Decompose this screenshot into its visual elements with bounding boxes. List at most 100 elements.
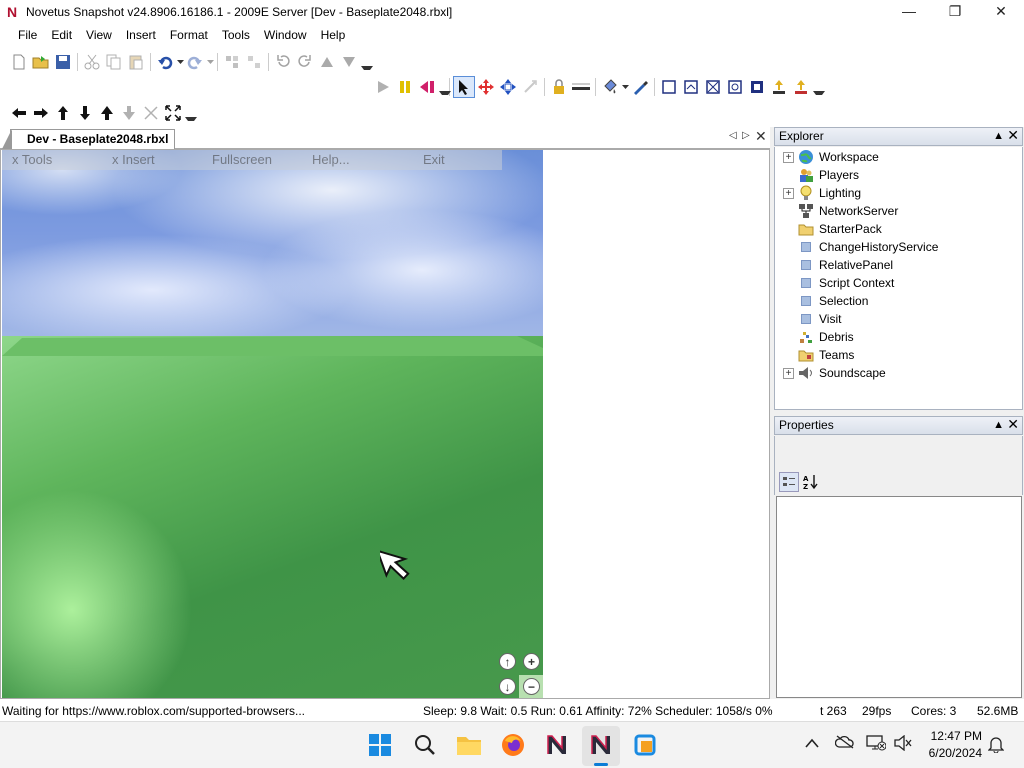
tree-item-visit[interactable]: Visit (783, 310, 841, 328)
tree-item-selection[interactable]: Selection (783, 292, 868, 310)
lift-up-icon[interactable] (96, 102, 118, 124)
categorized-icon[interactable] (779, 471, 799, 492)
file-explorer-icon[interactable] (454, 730, 484, 760)
save-icon[interactable] (52, 51, 74, 73)
redo-dropdown-icon[interactable] (206, 51, 214, 73)
tree-item-players[interactable]: Players (783, 166, 859, 184)
move-up-icon[interactable] (316, 51, 338, 73)
novetus-studio-icon[interactable] (586, 730, 616, 760)
paint-dropdown-icon[interactable] (621, 76, 629, 98)
insert-part-up-icon[interactable] (768, 76, 790, 98)
tree-item-changehistoryservice[interactable]: ChangeHistoryService (783, 238, 938, 256)
copy-icon[interactable] (103, 51, 125, 73)
toolbar-grip[interactable] (184, 103, 197, 123)
windows-start-icon[interactable] (365, 730, 395, 760)
menu-file[interactable]: File (11, 24, 44, 46)
surface-weld-icon[interactable] (702, 76, 724, 98)
surface-inlet-icon[interactable] (746, 76, 768, 98)
rotate-right-icon[interactable] (294, 51, 316, 73)
menu-insert[interactable]: Insert (119, 24, 163, 46)
camera-tilt-up-icon[interactable]: ↑ (499, 653, 516, 670)
lock-icon[interactable] (548, 76, 570, 98)
resize-tool-icon[interactable] (497, 76, 519, 98)
play-icon[interactable] (372, 76, 394, 98)
insert-part-down-icon[interactable] (790, 76, 812, 98)
surface-studs-icon[interactable] (724, 76, 746, 98)
reset-icon[interactable] (416, 76, 438, 98)
cut-icon[interactable] (81, 51, 103, 73)
overlay-insert-button[interactable]: x Insert (112, 152, 155, 167)
tab-baseplate-document[interactable]: Dev - Baseplate2048.rbxl (1, 129, 176, 149)
maximize-button[interactable]: ❐ (932, 0, 978, 24)
pin-icon[interactable]: ▲ (993, 417, 1004, 434)
close-tab-icon[interactable]: ✕ (755, 128, 767, 145)
network-disconnected-icon[interactable] (866, 735, 887, 754)
overlay-help-button[interactable]: Help... (312, 152, 350, 167)
volume-muted-icon[interactable] (894, 734, 912, 754)
clock-date[interactable]: 6/20/2024 (920, 746, 982, 760)
lower-down-icon[interactable] (118, 102, 140, 124)
virtualbox-icon[interactable] (630, 730, 660, 760)
open-folder-icon[interactable] (30, 51, 52, 73)
menu-format[interactable]: Format (163, 24, 215, 46)
camera-tilt-down-icon[interactable]: ↓ (499, 678, 516, 695)
close-properties-icon[interactable]: ✕ (1007, 416, 1019, 433)
move-down-icon[interactable] (338, 51, 360, 73)
menu-help[interactable]: Help (314, 24, 353, 46)
tree-item-debris[interactable]: Debris (783, 328, 854, 346)
ungroup-icon[interactable] (243, 51, 265, 73)
tree-item-networkserver[interactable]: NetworkServer (783, 202, 898, 220)
rotate-tool-icon[interactable] (519, 76, 541, 98)
tree-item-relativepanel[interactable]: RelativePanel (783, 256, 893, 274)
camera-zoom-out-icon[interactable]: − (523, 678, 540, 695)
tab-scroll-right-icon[interactable]: ▷ (742, 130, 750, 141)
tab-scroll-left-icon[interactable]: ◁ (729, 130, 737, 141)
anchor-bar-icon[interactable] (570, 76, 592, 98)
tree-item-soundscape[interactable]: + Soundscape (783, 364, 886, 382)
clock-time[interactable]: 12:47 PM (928, 729, 982, 743)
overlay-fullscreen-button[interactable]: Fullscreen (212, 152, 272, 167)
firefox-icon[interactable] (498, 730, 528, 760)
rotate-left-icon[interactable] (272, 51, 294, 73)
spin-icon[interactable] (140, 102, 162, 124)
overlay-exit-button[interactable]: Exit (423, 152, 445, 167)
menu-view[interactable]: View (79, 24, 119, 46)
toolbar-grip[interactable] (812, 77, 825, 97)
redo-icon[interactable] (184, 51, 206, 73)
arrow-up-icon[interactable] (52, 102, 74, 124)
paint-bucket-icon[interactable] (599, 76, 621, 98)
move-tool-icon[interactable] (475, 76, 497, 98)
pause-icon[interactable] (394, 76, 416, 98)
pin-icon[interactable]: ▲ (993, 128, 1004, 145)
toolbar-grip[interactable] (438, 77, 451, 97)
undo-icon[interactable] (154, 51, 176, 73)
arrow-down-icon[interactable] (74, 102, 96, 124)
3d-viewport[interactable]: x Tools x Insert Fullscreen Help... Exit… (2, 150, 543, 698)
undo-dropdown-icon[interactable] (176, 51, 184, 73)
new-file-icon[interactable] (8, 51, 30, 73)
tree-item-script-context[interactable]: Script Context (783, 274, 894, 292)
close-window-button[interactable]: ✕ (978, 0, 1024, 24)
menu-edit[interactable]: Edit (44, 24, 79, 46)
arrow-right-icon[interactable] (30, 102, 52, 124)
tree-item-workspace[interactable]: + Workspace (783, 148, 879, 166)
notifications-bell-icon[interactable] (987, 735, 1005, 756)
camera-zoom-in-icon[interactable]: + (523, 653, 540, 670)
expand-icon[interactable]: + (783, 367, 794, 379)
select-tool-icon[interactable] (453, 76, 475, 98)
surface-glue-icon[interactable] (680, 76, 702, 98)
arrow-left-icon[interactable] (8, 102, 30, 124)
material-brush-icon[interactable] (629, 76, 651, 98)
alphabetical-sort-icon[interactable]: AZ (801, 472, 821, 492)
tree-item-teams[interactable]: Teams (783, 346, 854, 364)
cloud-offline-icon[interactable] (834, 735, 855, 752)
expand-icon[interactable]: + (783, 151, 794, 163)
menu-tools[interactable]: Tools (215, 24, 257, 46)
tree-item-lighting[interactable]: + Lighting (783, 184, 861, 202)
search-icon[interactable] (410, 730, 440, 760)
group-icon[interactable] (221, 51, 243, 73)
expand-icon[interactable]: + (783, 187, 794, 199)
paste-icon[interactable] (125, 51, 147, 73)
close-explorer-icon[interactable]: ✕ (1007, 127, 1019, 144)
novetus-icon[interactable] (542, 730, 572, 760)
